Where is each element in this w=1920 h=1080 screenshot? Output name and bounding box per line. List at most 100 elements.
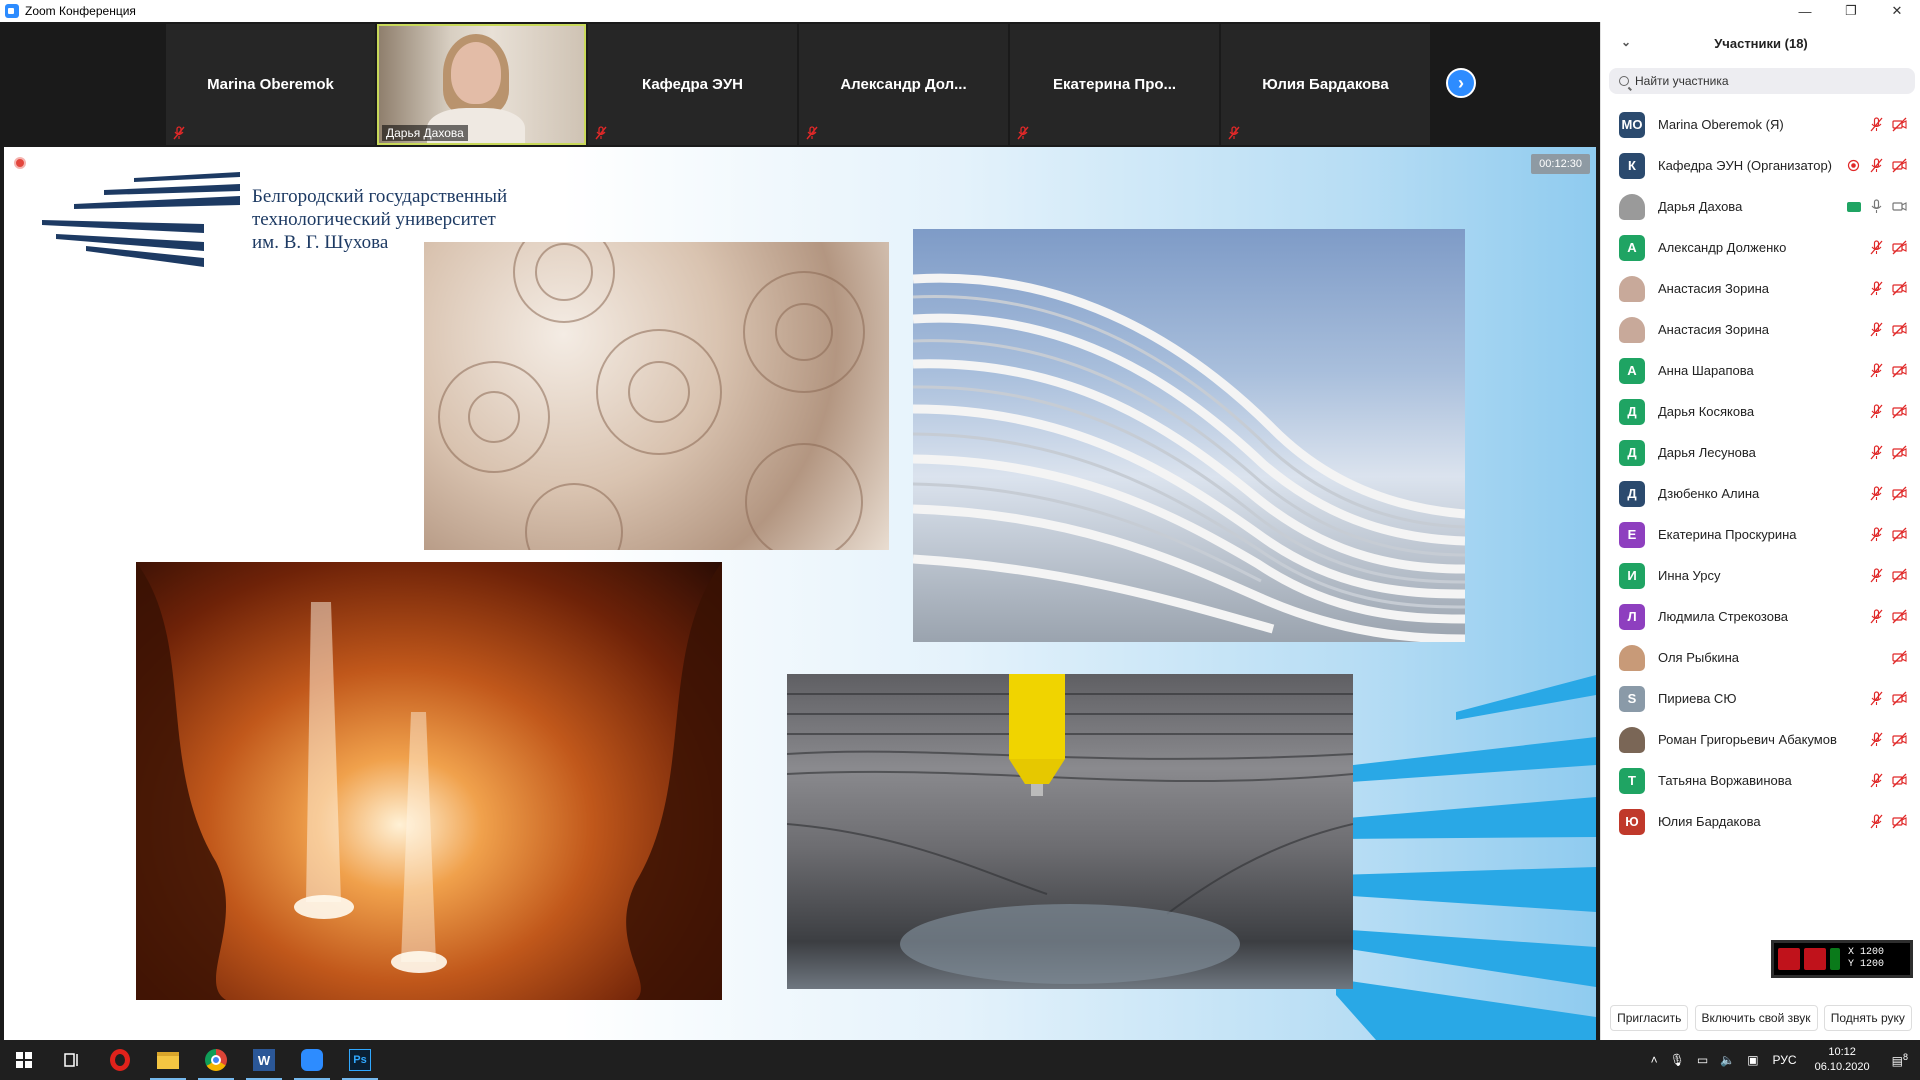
windows-start-icon[interactable] <box>0 1040 48 1080</box>
mic-muted-icon[interactable] <box>1869 322 1884 337</box>
camera-off-icon[interactable] <box>1892 240 1907 255</box>
notifications-icon[interactable]: ▤8 <box>1892 1052 1908 1068</box>
mic-muted-icon[interactable] <box>1869 773 1884 788</box>
participant-row[interactable]: Ю Юлия Бардакова <box>1601 801 1920 842</box>
minimize-button[interactable]: — <box>1782 0 1828 22</box>
participant-row[interactable]: Т Татьяна Воржавинова <box>1601 760 1920 801</box>
zoom-icon[interactable] <box>288 1040 336 1080</box>
task-view-icon[interactable] <box>48 1040 96 1080</box>
photoshop-icon[interactable]: Ps <box>336 1040 384 1080</box>
mic-muted-icon[interactable] <box>1869 445 1884 460</box>
camera-off-icon[interactable] <box>1892 158 1907 173</box>
mic-muted-icon[interactable] <box>1869 486 1884 501</box>
participant-row[interactable]: Анастасия Зорина <box>1601 268 1920 309</box>
participant-row[interactable]: Анастасия Зорина <box>1601 309 1920 350</box>
camera-off-icon[interactable] <box>1892 404 1907 419</box>
unmute-self-button[interactable]: Включить свой звук <box>1694 1005 1818 1031</box>
camera-off-icon[interactable] <box>1892 609 1907 624</box>
chevron-up-icon[interactable]: ˄ <box>1651 1053 1658 1067</box>
restore-button[interactable]: ❐ <box>1828 0 1874 22</box>
video-tile[interactable]: Александр Дол... <box>799 24 1008 145</box>
participant-row[interactable]: МО Marina Oberemok (Я) <box>1601 104 1920 145</box>
mic-muted-icon[interactable] <box>1869 732 1884 747</box>
participant-row[interactable]: Д Дарья Косякова <box>1601 391 1920 432</box>
participant-avatar: Л <box>1619 603 1645 630</box>
participant-row[interactable]: Л Людмила Стрекозова <box>1601 596 1920 637</box>
participant-row[interactable]: Д Дзюбенко Алина <box>1601 473 1920 514</box>
camera-off-icon[interactable] <box>1892 814 1907 829</box>
camera-off-icon[interactable] <box>1892 691 1907 706</box>
video-tile-active[interactable]: Дарья Дахова <box>377 24 586 145</box>
camera-off-icon[interactable] <box>1892 568 1907 583</box>
video-tile[interactable]: Кафедра ЭУН <box>588 24 797 145</box>
text-tool-icon[interactable] <box>1778 948 1800 970</box>
zoom-app-icon <box>5 4 19 18</box>
participant-row[interactable]: Е Екатерина Проскурина <box>1601 514 1920 555</box>
mic-muted-icon[interactable] <box>1869 240 1884 255</box>
video-tile[interactable]: Екатерина Про... <box>1010 24 1219 145</box>
mic-muted-icon[interactable] <box>1869 814 1884 829</box>
camera-off-icon[interactable] <box>1892 445 1907 460</box>
video-tile[interactable]: Marina Oberemok <box>166 24 375 145</box>
participant-row[interactable]: И Инна Урсу <box>1601 555 1920 596</box>
participant-row[interactable]: К Кафедра ЭУН (Организатор) <box>1601 145 1920 186</box>
camera-off-icon[interactable] <box>1892 732 1907 747</box>
mic-muted-icon[interactable] <box>1869 363 1884 378</box>
camera-off-icon[interactable] <box>1892 773 1907 788</box>
camera-off-icon[interactable] <box>1892 363 1907 378</box>
language-indicator[interactable]: РУС <box>1773 1053 1797 1067</box>
next-page-button[interactable]: › <box>1446 68 1476 98</box>
video-tile[interactable]: Юлия Бардакова <box>1221 24 1430 145</box>
chevron-down-icon[interactable]: ⌄ <box>1621 35 1631 49</box>
participant-row[interactable]: А Александр Долженко <box>1601 227 1920 268</box>
camera-off-icon[interactable] <box>1892 486 1907 501</box>
participant-controls <box>1869 281 1907 296</box>
network-icon[interactable]: ▣ <box>1747 1053 1758 1067</box>
invite-button[interactable]: Пригласить <box>1610 1005 1689 1031</box>
microphone-icon[interactable]: 🎙 <box>1670 1053 1685 1067</box>
opera-icon[interactable] <box>96 1040 144 1080</box>
close-button[interactable]: ✕ <box>1874 0 1920 22</box>
camera-off-icon[interactable] <box>1892 281 1907 296</box>
window-title-bar: Zoom Конференция — ❐ ✕ <box>0 0 1920 22</box>
camera-icon[interactable] <box>1892 199 1907 214</box>
mic-muted-icon[interactable] <box>1869 527 1884 542</box>
mic-icon[interactable] <box>1869 199 1884 214</box>
participant-name: Роман Григорьевич Абакумов <box>1658 732 1837 747</box>
participant-avatar: Д <box>1619 439 1645 466</box>
search-placeholder: Найти участника <box>1635 74 1729 88</box>
participant-row[interactable]: Оля Рыбкина <box>1601 637 1920 678</box>
camera-off-icon[interactable] <box>1892 117 1907 132</box>
participant-row[interactable]: Д Дарья Лесунова <box>1601 432 1920 473</box>
mic-muted-icon[interactable] <box>1869 117 1884 132</box>
participant-row[interactable]: Дарья Дахова <box>1601 186 1920 227</box>
annotation-tool-widget[interactable]: X 1200 Y 1200 <box>1771 940 1913 978</box>
word-icon[interactable]: W <box>240 1040 288 1080</box>
camera-off-icon[interactable] <box>1892 322 1907 337</box>
file-explorer-icon[interactable] <box>144 1040 192 1080</box>
participant-row[interactable]: Роман Григорьевич Абакумов <box>1601 719 1920 760</box>
raise-hand-button[interactable]: Поднять руку <box>1823 1005 1912 1031</box>
volume-icon[interactable]: 🔈 <box>1720 1053 1735 1067</box>
participant-search-input[interactable]: Найти участника <box>1609 68 1915 94</box>
screen-share-icon <box>1847 201 1861 212</box>
mic-muted-icon[interactable] <box>1869 691 1884 706</box>
camera-off-icon[interactable] <box>1892 650 1907 665</box>
mic-muted-icon[interactable] <box>1869 568 1884 583</box>
clock[interactable]: 10:12 06.10.2020 <box>1815 1045 1870 1075</box>
mic-muted-icon[interactable] <box>1869 158 1884 173</box>
participant-row[interactable]: S Пириева СЮ <box>1601 678 1920 719</box>
participant-row[interactable]: А Анна Шарапова <box>1601 350 1920 391</box>
participant-avatar: Т <box>1619 767 1645 794</box>
participant-avatar <box>1619 316 1645 343</box>
mic-muted-icon[interactable] <box>1869 281 1884 296</box>
camera-off-icon[interactable] <box>1892 527 1907 542</box>
mic-muted-icon[interactable] <box>1869 609 1884 624</box>
chrome-icon[interactable] <box>192 1040 240 1080</box>
printing-nozzle <box>787 674 1353 984</box>
participant-controls <box>1869 732 1907 747</box>
mic-muted-icon[interactable] <box>1869 404 1884 419</box>
mic-muted-icon <box>1228 126 1240 140</box>
usb-icon[interactable]: ▭ <box>1697 1053 1708 1067</box>
hand-tool-icon[interactable] <box>1804 948 1826 970</box>
